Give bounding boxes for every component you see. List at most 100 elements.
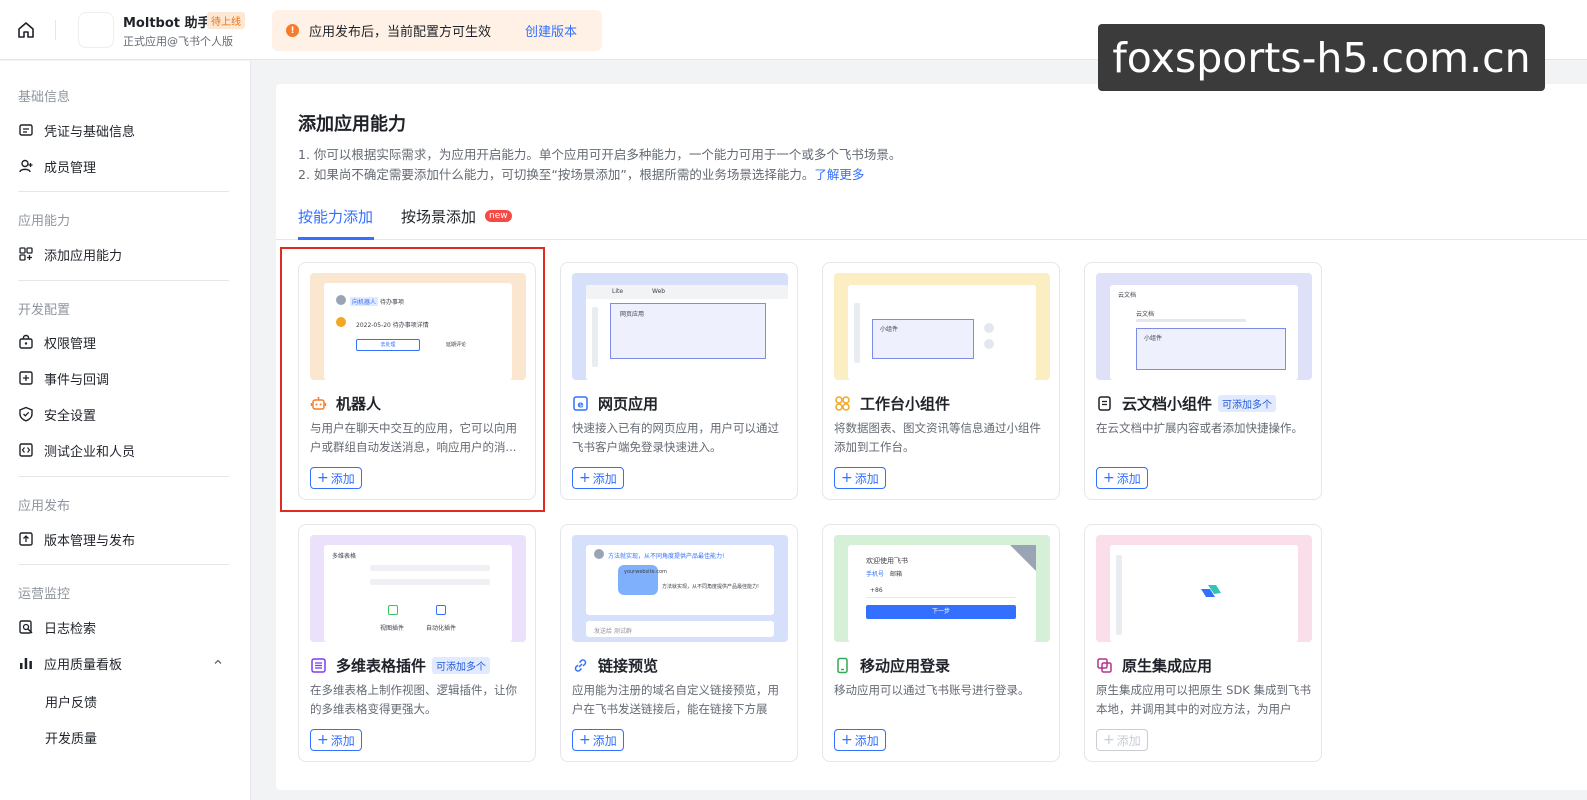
capability-card-mobile-login[interactable]: 欢迎使用飞书 手机号 邮箱 +86 下一步 移动应用登录 移动应用可以通过飞书账…: [822, 524, 1060, 762]
capability-card-base-plugin[interactable]: 多维表格 视图插件 自动化插件 多维表格插件 可添加多个 在多维表格上制作视图、…: [298, 524, 536, 762]
sidebar-item-label: 应用质量看板: [44, 657, 123, 673]
sidebar-item-label: 权限管理: [44, 336, 97, 352]
feishu-logo-icon: [1200, 583, 1222, 599]
card-title: 原生集成应用: [1096, 655, 1212, 676]
sidebar-item-permissions[interactable]: 权限管理: [18, 327, 233, 357]
app-subtitle: 正式应用@飞书个人版: [123, 35, 233, 48]
integration-icon: [1096, 657, 1113, 674]
chevron-up-icon[interactable]: [213, 656, 223, 671]
card-description: 与用户在聊天中交互的应用，它可以向用户或群组自动发送消息，响应用户的消...: [310, 421, 517, 454]
apps-add-icon: [18, 246, 34, 262]
sidebar-item-quality-dashboard[interactable]: 应用质量看板: [18, 648, 233, 678]
lock-bag-icon: [18, 334, 34, 350]
link-icon: [572, 657, 589, 674]
table-list-icon: [310, 657, 327, 674]
card-title: 移动应用登录: [834, 655, 950, 676]
card-title: 机器人: [310, 393, 381, 414]
event-icon: [18, 370, 34, 386]
link-preview-thumbnail: 方法就实现，从不同角度提供产品最佳能力! yourwebsite.com 方法就…: [572, 535, 788, 642]
card-description: 在多维表格上制作视图、逻辑插件，让你的多维表格变得更强大。: [310, 683, 517, 716]
divider: [55, 20, 56, 40]
upload-icon: [18, 531, 34, 547]
card-title: 工作台小组件: [834, 393, 950, 414]
publish-notice: ! 应用发布后，当前配置方可生效 创建版本: [272, 10, 602, 51]
web-app-thumbnail: Lite Web 网页应用: [572, 273, 788, 380]
shield-icon: [18, 406, 34, 422]
sidebar-item-security[interactable]: 安全设置: [18, 399, 233, 429]
sidebar-item-log-search[interactable]: 日志检索: [18, 612, 233, 642]
sidebar-item-label: 版本管理与发布: [44, 533, 136, 549]
widget-thumbnail: 小组件: [834, 273, 1050, 380]
plus-icon: +: [841, 732, 853, 748]
card-description: 移动应用可以通过飞书账号进行登录。: [834, 683, 1030, 697]
widget-grid-icon: [834, 395, 851, 412]
plus-icon: +: [841, 470, 853, 486]
plus-icon: +: [317, 732, 329, 748]
add-label: 添加: [592, 471, 617, 486]
description-line: 2. 如果尚不确定需要添加什么能力，可切换至“按场景添加”，根据所需的业务场景选…: [298, 164, 864, 183]
capability-card-workplace-widget[interactable]: 小组件 工作台小组件 将数据图表、图文资讯等信息通过小组件添加到工作台。 + 添加: [822, 262, 1060, 500]
add-widget-button[interactable]: + 添加: [834, 467, 886, 489]
card-title-text: 云文档小组件: [1122, 395, 1213, 413]
sidebar-item-label: 日志检索: [44, 621, 97, 637]
card-title: e 网页应用: [572, 393, 658, 414]
card-title-text: 机器人: [336, 395, 382, 413]
sidebar-subitem-dev-quality[interactable]: 开发质量: [45, 728, 97, 747]
capability-card-link-preview[interactable]: 方法就实现，从不同角度提供产品最佳能力! yourwebsite.com 方法就…: [560, 524, 798, 762]
base-plugin-thumbnail: 多维表格 视图插件 自动化插件: [310, 535, 526, 642]
active-tab-indicator: [298, 237, 374, 240]
warning-icon: !: [286, 24, 299, 37]
card-title-text: 网页应用: [598, 395, 659, 413]
card-title-text: 工作台小组件: [860, 395, 951, 413]
bot-thumbnail: 向机器人 待办事项 2022-05-20 待办事项详情 去处理 延期评论: [310, 273, 526, 380]
add-doc-widget-button[interactable]: + 添加: [1096, 467, 1148, 489]
home-icon[interactable]: [14, 18, 38, 42]
web-app-icon: e: [572, 395, 589, 412]
divider: [18, 280, 229, 281]
add-bot-button[interactable]: + 添加: [310, 467, 362, 489]
tab-by-capability[interactable]: 按能力添加: [298, 206, 373, 227]
card-description: 应用能为注册的域名自定义链接预览，用户在飞书发送链接后，能在链接下方展示...: [572, 683, 779, 716]
capability-card-doc-widget[interactable]: 云文档 云文档 小组件 云文档小组件 可添加多个 在云文档中扩展内容或者添加快捷…: [1084, 262, 1322, 500]
add-web-app-button[interactable]: + 添加: [572, 467, 624, 489]
learn-more-link[interactable]: 了解更多: [814, 167, 864, 182]
log-search-icon: [18, 619, 34, 635]
multi-add-badge: 可添加多个: [432, 657, 491, 674]
sidebar-item-label: 安全设置: [44, 408, 97, 424]
add-label: 添加: [330, 471, 355, 486]
sidebar: 基础信息 凭证与基础信息 成员管理 应用能力 添加应用能力 开发配置 权限管理 …: [0, 61, 251, 800]
divider: [18, 191, 229, 192]
sidebar-item-label: 事件与回调: [44, 372, 110, 388]
mobile-login-thumbnail: 欢迎使用飞书 手机号 邮箱 +86 下一步: [834, 535, 1050, 642]
add-base-plugin-button[interactable]: + 添加: [310, 729, 362, 751]
add-label: 添加: [1116, 733, 1141, 748]
tab-by-scenario[interactable]: 按场景添加: [401, 206, 476, 227]
id-card-icon: [18, 122, 34, 138]
sidebar-item-versions[interactable]: 版本管理与发布: [18, 524, 233, 554]
add-link-preview-button[interactable]: + 添加: [572, 729, 624, 751]
capability-card-web-app[interactable]: Lite Web 网页应用 e 网页应用 快速接入已有的网页应用，用户可以通过飞…: [560, 262, 798, 500]
card-title-text: 原生集成应用: [1122, 657, 1213, 675]
document-icon: [1096, 395, 1113, 412]
sidebar-item-events[interactable]: 事件与回调: [18, 363, 233, 393]
create-version-link[interactable]: 创建版本: [525, 21, 577, 40]
sidebar-section-title: 开发配置: [18, 303, 71, 318]
card-title-text: 多维表格插件: [336, 657, 427, 675]
sidebar-item-add-capability[interactable]: 添加应用能力: [18, 239, 233, 269]
sidebar-item-label: 测试企业和人员: [44, 444, 136, 460]
page-title: 添加应用能力: [298, 114, 406, 135]
sidebar-item-credentials[interactable]: 凭证与基础信息: [18, 115, 233, 145]
sidebar-item-members[interactable]: 成员管理: [18, 151, 233, 181]
card-title: 链接预览: [572, 655, 658, 676]
sidebar-item-label: 添加应用能力: [44, 248, 123, 264]
watermark-overlay: foxsports-h5.com.cn: [1098, 24, 1545, 91]
add-label: 添加: [330, 733, 355, 748]
capability-card-native-app[interactable]: 原生集成应用 原生集成应用可以把原生 SDK 集成到飞书本地，并调用其中的对应方…: [1084, 524, 1322, 762]
sidebar-item-test-tenants[interactable]: 测试企业和人员: [18, 435, 233, 465]
bar-chart-icon: [18, 655, 34, 671]
sidebar-subitem-feedback[interactable]: 用户反馈: [45, 692, 97, 711]
add-mobile-login-button[interactable]: + 添加: [834, 729, 886, 751]
capability-card-bot[interactable]: 向机器人 待办事项 2022-05-20 待办事项详情 去处理 延期评论 机器人…: [298, 262, 536, 500]
mobile-phone-icon: [834, 657, 851, 674]
card-title: 多维表格插件 可添加多个: [310, 655, 491, 676]
